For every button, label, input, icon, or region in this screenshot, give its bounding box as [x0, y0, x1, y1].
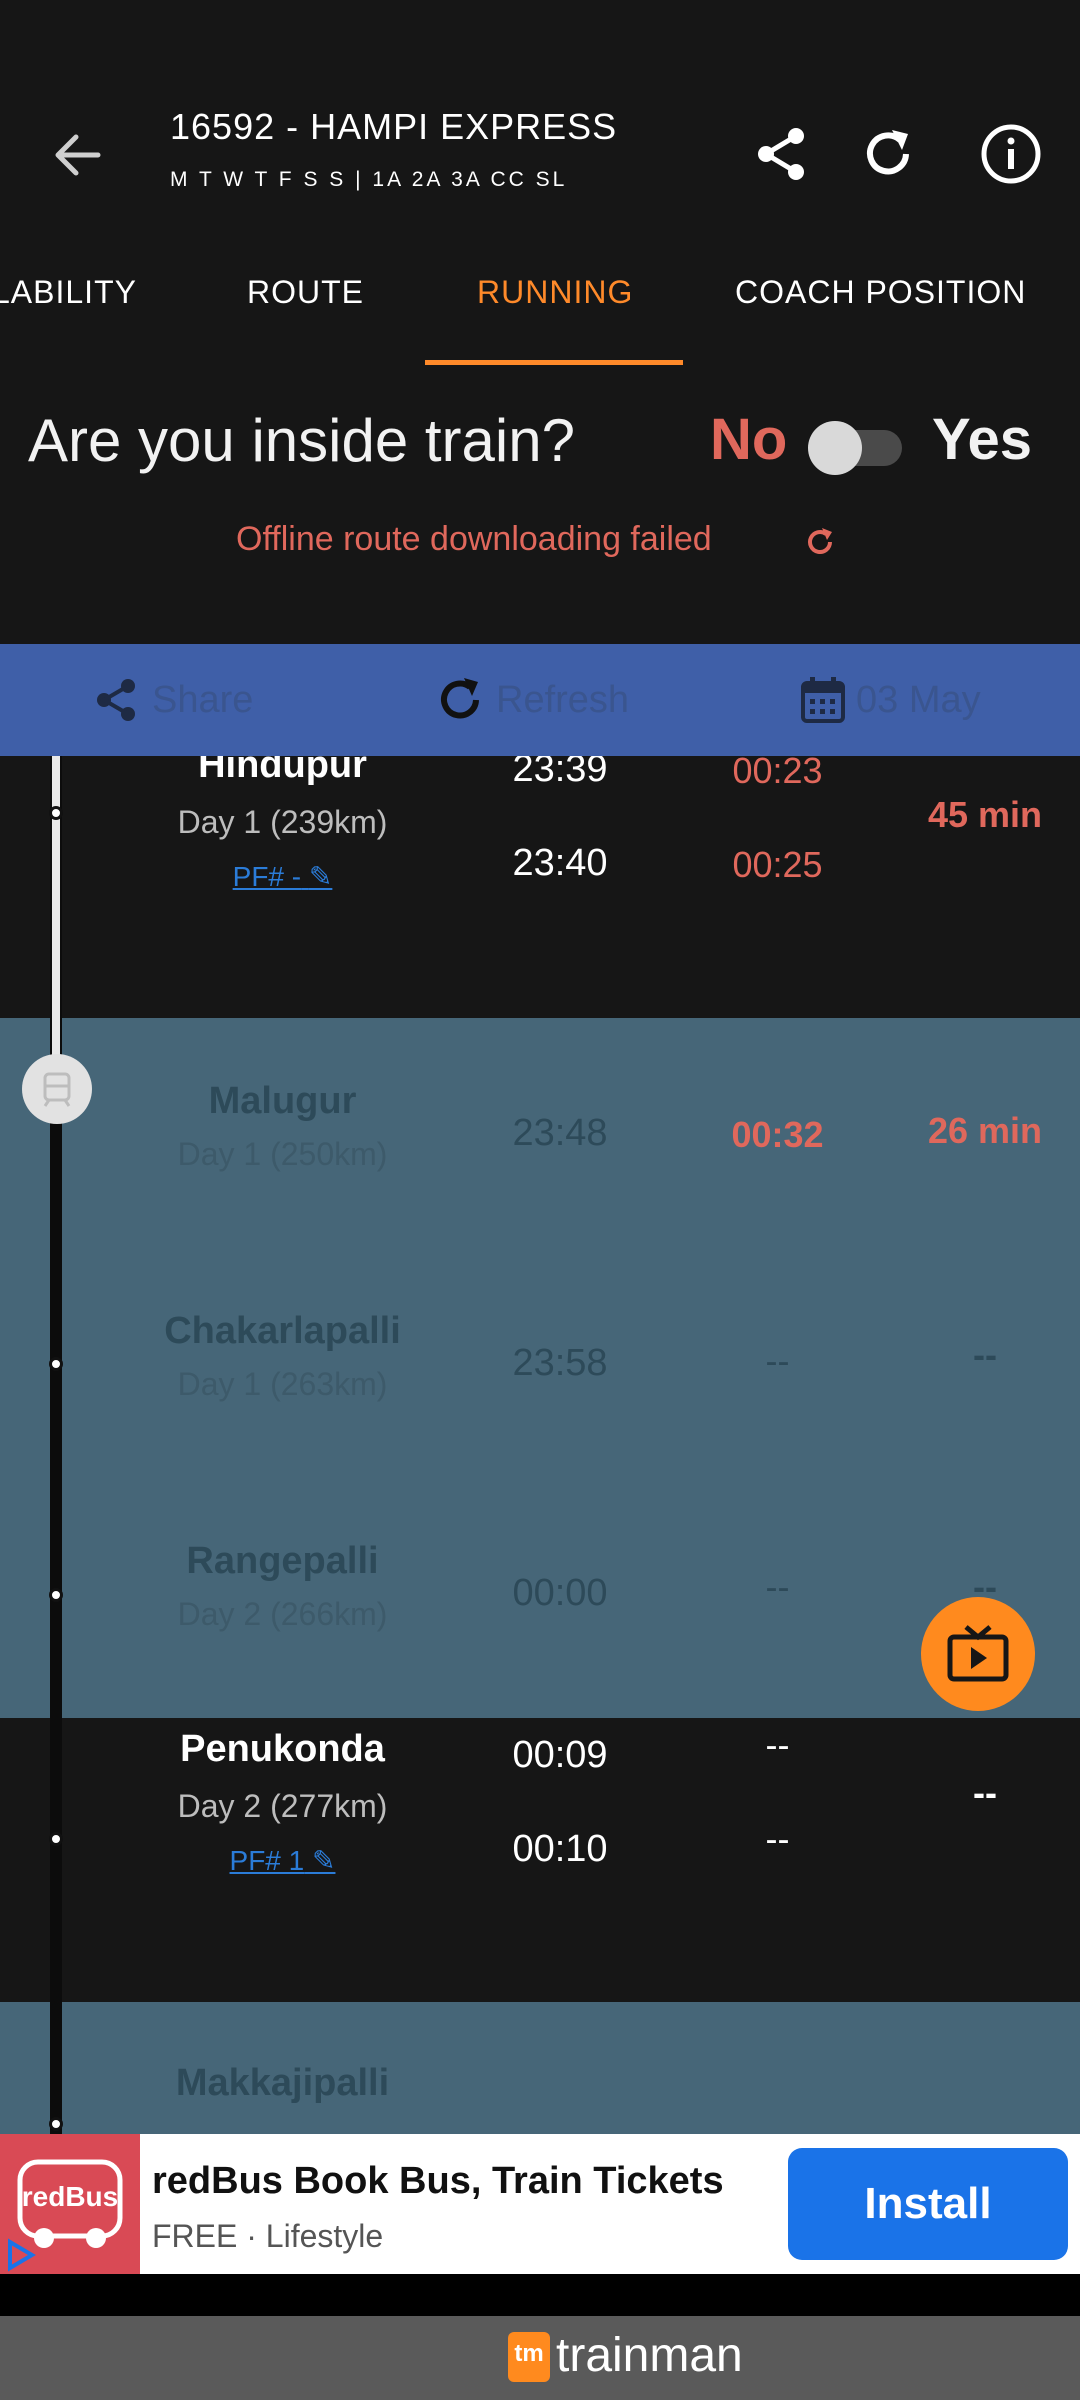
station-name: Hindupur	[198, 756, 367, 786]
retry-icon[interactable]	[802, 524, 838, 560]
actual-time: --	[765, 1566, 790, 1607]
station-dot	[49, 2117, 63, 2131]
station-row[interactable]: Rangepalli Day 2 (266km) 00:00 -- --	[0, 1482, 1080, 1718]
active-tab-indicator	[425, 360, 683, 365]
station-name: Chakarlapalli	[164, 1310, 401, 1352]
station-row[interactable]: Penukonda Day 2 (277km) PF# 1 ✎ 00:09 00…	[0, 1718, 1080, 2002]
reload-icon[interactable]	[856, 122, 920, 186]
station-day-distance: Day 1 (263km)	[177, 1366, 388, 1402]
station-day-distance: Day 2 (266km)	[177, 1596, 388, 1632]
station-name: Rangepalli	[186, 1540, 379, 1582]
delay-value: 26 min	[927, 1110, 1043, 1151]
station-dot	[49, 1588, 63, 1602]
platform-label: PF# -	[232, 861, 302, 892]
delay-value: 45 min	[927, 794, 1043, 835]
install-button[interactable]: Install	[788, 2148, 1068, 2260]
station-row[interactable]: Malugur Day 1 (250km) 23:48 00:32 26 min	[0, 1018, 1080, 1250]
route-timeline: Hindupur Day 1 (239km) PF# - ✎ 23:39 23:…	[0, 756, 1080, 2134]
toggle-knob[interactable]	[808, 421, 862, 475]
inside-train-question: Are you inside train?	[28, 407, 575, 474]
offline-error-message[interactable]: Offline route downloading failed	[236, 520, 712, 559]
ad-subtitle: FREE · Lifestyle	[152, 2218, 384, 2254]
actual-arrival: 00:23	[732, 756, 823, 791]
redbus-logo-text: redBus	[22, 2181, 118, 2212]
station-row[interactable]: Hindupur Day 1 (239km) PF# - ✎ 23:39 23:…	[0, 756, 1080, 1018]
share-icon	[97, 679, 135, 721]
date-action-label: 03 May	[856, 678, 981, 721]
scheduled-time: 23:58	[512, 1342, 608, 1384]
edit-pencil-icon: ✎	[308, 861, 333, 892]
date-action-button[interactable]: 03 May	[800, 672, 981, 728]
station-dot	[49, 1832, 63, 1846]
station-name: Penukonda	[180, 1728, 385, 1770]
scheduled-time: 23:48	[512, 1112, 608, 1154]
station-name: Makkajipalli	[175, 2062, 390, 2104]
scheduled-departure: 00:10	[512, 1828, 608, 1870]
train-position-marker	[22, 1054, 92, 1124]
edit-pencil-icon: ✎	[312, 1845, 336, 1876]
tab-bar: LABILITY ROUTE RUNNING COACH POSITION	[0, 240, 1080, 368]
tv-play-icon	[947, 1625, 1009, 1682]
platform-link[interactable]: PF# - ✎	[0, 860, 565, 893]
actual-time: 00:32	[731, 1114, 824, 1155]
action-bar: Share Refresh 03 May	[0, 644, 1080, 756]
video-fab-button[interactable]	[921, 1597, 1035, 1711]
station-dot	[49, 806, 63, 820]
station-row[interactable]: Chakarlapalli Day 1 (263km) 23:58 -- --	[0, 1250, 1080, 1482]
actual-departure: 00:25	[732, 844, 823, 885]
refresh-action-label: Refresh	[496, 678, 630, 721]
app-header: 16592 - HAMPI EXPRESS M T W T F S S | 1A…	[0, 70, 1080, 240]
refresh-icon	[441, 678, 479, 719]
status-bar	[0, 0, 1080, 70]
calendar-icon	[801, 677, 845, 723]
info-icon[interactable]	[979, 122, 1043, 186]
station-row[interactable]: Makkajipalli	[0, 2002, 1080, 2134]
actual-arrival: --	[765, 1724, 790, 1765]
platform-link[interactable]: PF# 1 ✎	[0, 1844, 565, 1877]
redbus-logo: redBus	[0, 2134, 140, 2274]
tab-availability[interactable]: LABILITY	[0, 274, 137, 311]
tab-running[interactable]: RUNNING	[477, 274, 633, 311]
refresh-action-button[interactable]: Refresh	[434, 672, 629, 728]
toggle-yes-label: Yes	[932, 407, 1032, 472]
divider	[0, 2274, 1080, 2316]
brand-footer: tm trainman	[0, 2316, 1080, 2400]
trainman-brand-text: trainman	[556, 2329, 743, 2382]
station-day-distance: Day 2 (277km)	[177, 1788, 388, 1824]
delay-value: --	[973, 1334, 997, 1375]
share-action-button[interactable]: Share	[92, 672, 253, 728]
tab-coach-position[interactable]: COACH POSITION	[735, 274, 1026, 311]
share-action-label: Share	[152, 678, 254, 721]
delay-value: --	[973, 1772, 997, 1813]
share-icon[interactable]	[750, 122, 814, 186]
train-days-classes: M T W T F S S | 1A 2A 3A CC SL	[170, 168, 568, 191]
inside-train-panel: Are you inside train? No Yes Offline rou…	[0, 368, 1080, 644]
trainman-logo-icon: tm	[508, 2332, 550, 2382]
scheduled-arrival: 00:09	[512, 1734, 608, 1776]
scheduled-departure: 23:40	[512, 842, 608, 884]
actual-time: --	[765, 1340, 790, 1381]
station-dot	[49, 1357, 63, 1371]
back-arrow-icon[interactable]	[48, 125, 108, 185]
tab-route[interactable]: ROUTE	[247, 274, 364, 311]
ad-banner[interactable]: redBus redBus Book Bus, Train Tickets FR…	[0, 2134, 1080, 2274]
station-day-distance: Day 1 (239km)	[177, 804, 388, 840]
platform-label: PF# 1	[229, 1845, 305, 1876]
scheduled-arrival: 23:39	[512, 756, 608, 790]
scheduled-time: 00:00	[512, 1572, 608, 1614]
ad-choices-icon[interactable]	[4, 2238, 38, 2272]
station-day-distance: Day 1 (250km)	[177, 1136, 388, 1172]
ad-title: redBus Book Bus, Train Tickets	[152, 2160, 724, 2202]
train-title: 16592 - HAMPI EXPRESS	[170, 106, 618, 147]
actual-departure: --	[765, 1818, 790, 1859]
toggle-no-label: No	[710, 407, 788, 472]
train-icon	[43, 1072, 71, 1107]
